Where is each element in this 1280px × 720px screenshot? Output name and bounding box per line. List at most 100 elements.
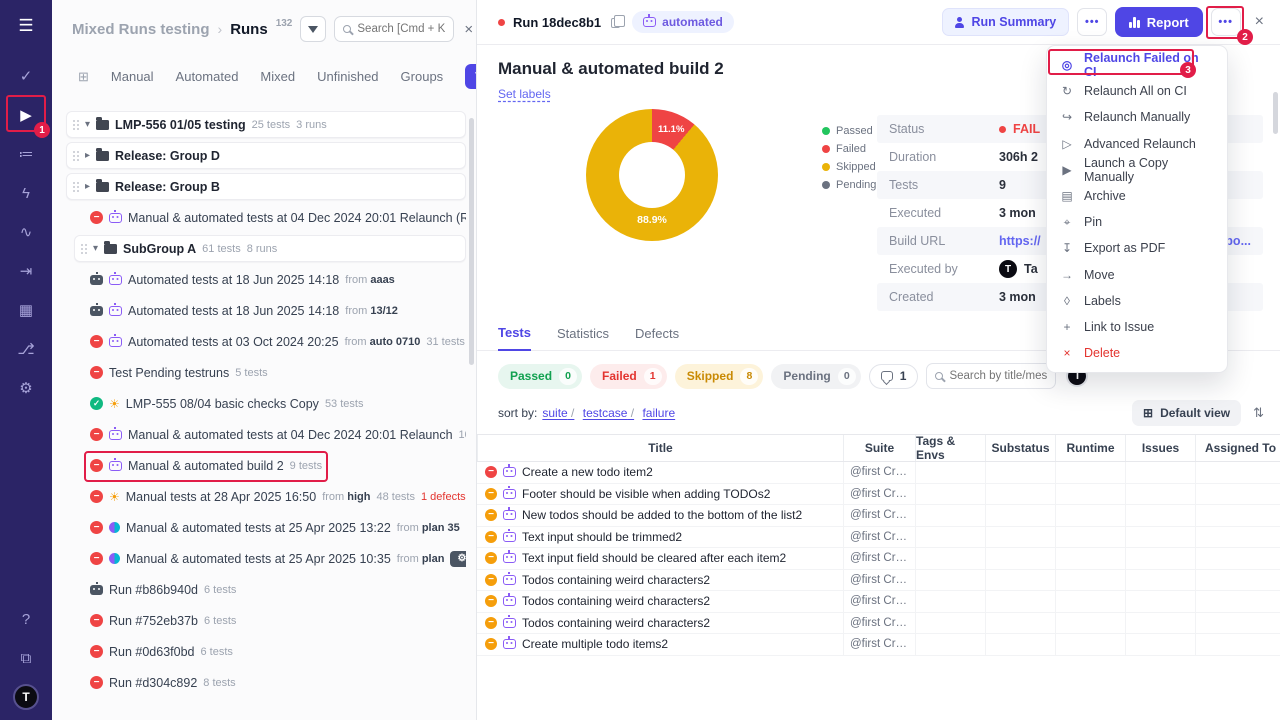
runs-tab[interactable]: Mixed: [260, 69, 295, 84]
panel-close-button[interactable]: ×: [464, 21, 473, 38]
run-list-item[interactable]: Run #d304c892 from 8 tests ⚙: [66, 669, 466, 696]
test-row[interactable]: Todos containing weird characters2 @firs…: [477, 570, 1280, 592]
runs-tab[interactable]: Automated: [176, 69, 239, 84]
test-row[interactable]: New todos should be added to the bottom …: [477, 505, 1280, 527]
menu-item[interactable]: + Link to Issue: [1047, 314, 1227, 340]
run-list-item[interactable]: Automated tests at 18 Jun 2025 14:18 fro…: [66, 266, 466, 293]
run-list-item[interactable]: Test Pending testruns from 5 tests ⚙: [66, 359, 466, 386]
sidebar-nav-icon[interactable]: ⚙: [7, 369, 45, 407]
sort-link[interactable]: testcase: [583, 406, 634, 420]
test-row[interactable]: Text input should be trimmed2 @first Cre…: [477, 527, 1280, 549]
view-settings-icon[interactable]: ⇅: [1253, 405, 1264, 421]
run-list-item[interactable]: Run #752eb37b from 6 tests ⚙: [66, 607, 466, 634]
chevron-icon[interactable]: ▾: [93, 243, 98, 254]
menu-item[interactable]: ◊ Labels: [1047, 288, 1227, 314]
drag-handle-icon[interactable]: [81, 244, 83, 246]
close-icon[interactable]: ×: [1255, 13, 1264, 31]
scrollbar-thumb[interactable]: [469, 118, 474, 365]
drag-handle-icon[interactable]: [73, 182, 75, 184]
detail-tab[interactable]: Tests: [498, 325, 531, 351]
chevron-icon[interactable]: ▾: [85, 119, 90, 130]
column-header[interactable]: Assigned To: [1195, 435, 1280, 461]
tests-search-input[interactable]: [949, 370, 1047, 382]
run-list-item[interactable]: ▾ SubGroup A from 61 tests 8 runs ⚙: [74, 235, 466, 262]
column-header[interactable]: Issues: [1125, 435, 1195, 461]
run-list-item[interactable]: Manual & automated tests at 25 Apr 2025 …: [66, 514, 466, 541]
status-filter-pill[interactable]: Pending 0: [771, 364, 860, 389]
sidebar-nav-icon[interactable]: ▶: [7, 96, 45, 134]
summary-more-button[interactable]: •••: [1077, 8, 1107, 36]
sidebar-nav-icon[interactable]: ϟ: [7, 174, 45, 212]
sidebar-nav-icon[interactable]: ⎇: [7, 330, 45, 368]
drag-handle-icon[interactable]: [73, 120, 75, 122]
run-list-item[interactable]: Manual & automated tests at 04 Dec 2024 …: [66, 421, 466, 448]
menu-item[interactable]: ▷ Advanced Relaunch: [1047, 131, 1227, 157]
menu-item[interactable]: ↪ Relaunch Manually: [1047, 104, 1227, 130]
sidebar-nav-icon[interactable]: ☰: [7, 7, 45, 45]
runs-tab[interactable]: To: [465, 64, 476, 89]
sidebar-nav-icon[interactable]: ⇥: [7, 252, 45, 290]
run-list-item[interactable]: Run #0d63f0bd from 6 tests ⚙: [66, 638, 466, 665]
user-avatar[interactable]: T: [13, 684, 39, 710]
run-list-item[interactable]: ▾ LMP-556 01/05 testing from 25 tests 3 …: [66, 111, 466, 138]
column-header[interactable]: Substatus: [985, 435, 1055, 461]
menu-item[interactable]: → Move: [1047, 262, 1227, 288]
sidebar-utility-icon[interactable]: ?: [7, 600, 45, 638]
runs-tab[interactable]: Unfinished: [317, 69, 378, 84]
detail-tab[interactable]: Statistics: [557, 326, 609, 350]
column-header[interactable]: Suite: [843, 435, 915, 461]
scrollbar-thumb[interactable]: [1273, 92, 1278, 134]
sidebar-nav-icon[interactable]: ✓: [7, 57, 45, 95]
column-header[interactable]: Runtime: [1055, 435, 1125, 461]
run-actions-more-button[interactable]: •••: [1211, 8, 1241, 36]
chevron-icon[interactable]: ▸: [85, 181, 90, 192]
run-list-item[interactable]: Manual & automated tests at 25 Apr 2025 …: [66, 545, 466, 572]
set-labels-link[interactable]: Set labels: [498, 87, 551, 101]
menu-item[interactable]: ▤ Archive: [1047, 183, 1227, 209]
detail-tab[interactable]: Defects: [635, 326, 679, 350]
filter-button[interactable]: [300, 16, 326, 42]
test-row[interactable]: Text input field should be cleared after…: [477, 548, 1280, 570]
run-list-item[interactable]: Run #26d30145 from 5 tests ⚙: [66, 700, 466, 701]
column-header[interactable]: Tags & Envs: [915, 435, 985, 461]
sort-link[interactable]: suite: [542, 406, 574, 420]
run-list-item[interactable]: Manual & automated build 2 from 9 tests …: [66, 452, 466, 479]
column-header[interactable]: Title: [477, 435, 843, 461]
sort-link[interactable]: failure: [642, 406, 675, 420]
sidebar-utility-icon[interactable]: ⧉: [7, 639, 45, 677]
sidebar-nav-icon[interactable]: ≔: [7, 135, 45, 173]
sidebar-nav-icon[interactable]: ∿: [7, 213, 45, 251]
menu-item[interactable]: ↧ Export as PDF: [1047, 235, 1227, 261]
menu-item[interactable]: ↻ Relaunch All on CI: [1047, 78, 1227, 104]
menu-item[interactable]: ▶ Launch a Copy Manually: [1047, 157, 1227, 183]
run-list-item[interactable]: Automated tests at 03 Oct 2024 20:25 fro…: [66, 328, 466, 355]
run-list-item[interactable]: ▸ Release: Group D from ⚙: [66, 142, 466, 169]
run-list-item[interactable]: Run #b86b940d from 6 tests ⚙: [66, 576, 466, 603]
test-row[interactable]: Create multiple todo items2 @first Creat…: [477, 634, 1280, 656]
drag-handle-icon[interactable]: [73, 151, 75, 153]
grid-icon[interactable]: ⊞: [78, 69, 89, 85]
menu-item[interactable]: ◎ Relaunch Failed on CI: [1047, 52, 1227, 78]
runs-tab[interactable]: Groups: [401, 69, 444, 84]
test-row[interactable]: Todos containing weird characters2 @firs…: [477, 613, 1280, 635]
menu-item[interactable]: ⌖ Pin: [1047, 209, 1227, 235]
chevron-icon[interactable]: ▸: [85, 150, 90, 161]
comments-filter-pill[interactable]: 1: [869, 364, 919, 389]
run-list-item[interactable]: LMP-555 08/04 basic checks Copy from 53 …: [66, 390, 466, 417]
view-selector-button[interactable]: ⊞ Default view: [1132, 400, 1241, 426]
build-url-tail[interactable]: po...: [1225, 234, 1251, 248]
status-filter-pill[interactable]: Passed 0: [498, 364, 582, 389]
menu-item[interactable]: × Delete: [1047, 340, 1227, 366]
run-list-item[interactable]: ▸ Release: Group B from ⚙: [66, 173, 466, 200]
run-list-item[interactable]: Manual & automated tests at 04 Dec 2024 …: [66, 204, 466, 231]
test-row[interactable]: Footer should be visible when adding TOD…: [477, 484, 1280, 506]
test-row[interactable]: Todos containing weird characters2 @firs…: [477, 591, 1280, 613]
sidebar-nav-icon[interactable]: ▦: [7, 291, 45, 329]
test-row[interactable]: Create a new todo item2 @first Create ..…: [477, 462, 1280, 484]
breadcrumb-project[interactable]: Mixed Runs testing: [72, 21, 210, 38]
status-filter-pill[interactable]: Skipped 8: [675, 364, 764, 389]
runs-search-input[interactable]: [357, 23, 445, 35]
status-filter-pill[interactable]: Failed 1: [590, 364, 667, 389]
run-list-item[interactable]: Automated tests at 18 Jun 2025 14:18 fro…: [66, 297, 466, 324]
runs-tab[interactable]: Manual: [111, 69, 154, 84]
